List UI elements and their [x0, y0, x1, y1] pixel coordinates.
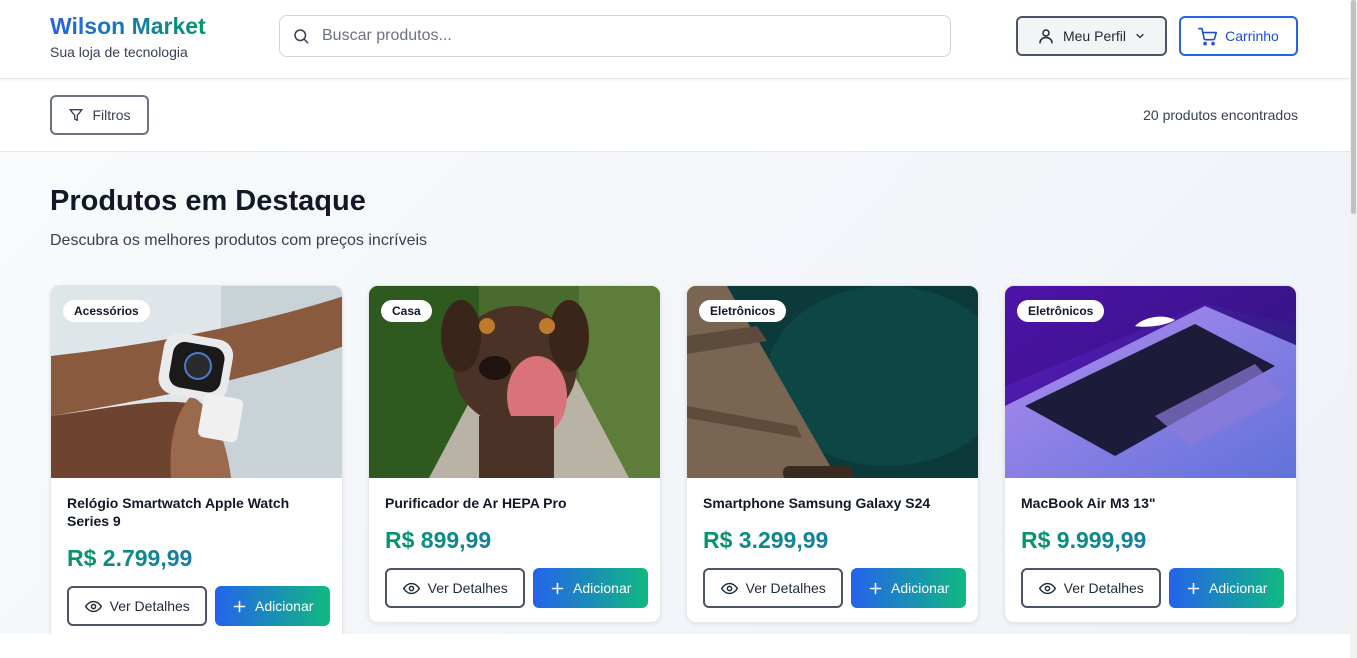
add-to-cart-button[interactable]: Adicionar: [215, 586, 330, 626]
product-price: R$ 3.299,99: [703, 526, 966, 554]
product-name[interactable]: MacBook Air M3 13": [1021, 494, 1284, 512]
product-image[interactable]: Eletrônicos: [1005, 286, 1296, 478]
user-icon: [1039, 29, 1053, 44]
product-image[interactable]: Eletrônicos: [687, 286, 978, 478]
add-label: Adicionar: [573, 580, 632, 596]
top-header: Wilson Market Sua loja de tecnologia Meu…: [0, 0, 1350, 79]
profile-label: Meu Perfil: [1062, 28, 1127, 44]
filters-bar: Filtros 20 produtos encontrados: [0, 79, 1350, 152]
scrollbar-thumb[interactable]: [1351, 0, 1356, 214]
cart-icon: [1198, 27, 1218, 45]
eye-icon: [84, 600, 102, 612]
product-name[interactable]: Purificador de Ar HEPA Pro: [385, 494, 648, 512]
brand-name[interactable]: Wilson Market: [50, 12, 206, 40]
view-details-button[interactable]: Ver Detalhes: [385, 568, 526, 608]
add-label: Adicionar: [891, 580, 950, 596]
product-name[interactable]: Relógio Smartwatch Apple Watch Series 9: [67, 494, 330, 530]
add-to-cart-button[interactable]: Adicionar: [851, 568, 966, 608]
view-details-button[interactable]: Ver Detalhes: [703, 568, 844, 608]
plus-icon: [551, 582, 564, 594]
product-price: R$ 9.999,99: [1021, 526, 1284, 554]
filters-label: Filtros: [92, 107, 131, 123]
plus-icon: [869, 582, 882, 594]
search-input[interactable]: [322, 27, 922, 45]
product-card[interactable]: Casa Purificador de Ar HEPA Pro R$ 899,9…: [368, 285, 661, 623]
eye-icon: [1038, 582, 1056, 594]
cart-label: Carrinho: [1225, 28, 1279, 44]
eye-icon: [402, 582, 420, 594]
product-card[interactable]: Eletrônicos Smartphone Samsung Galaxy S2…: [686, 285, 979, 623]
view-details-label: Ver Detalhes: [1063, 580, 1144, 596]
product-price: R$ 2.799,99: [67, 544, 330, 572]
add-to-cart-button[interactable]: Adicionar: [1169, 568, 1284, 608]
page-subtitle: Descubra os melhores produtos com preços…: [50, 232, 428, 249]
product-price: R$ 899,99: [385, 526, 648, 554]
category-badge: Acessórios: [63, 300, 150, 322]
cart-button[interactable]: Carrinho: [1179, 16, 1298, 56]
search-bar[interactable]: [279, 15, 951, 57]
product-card[interactable]: Acessórios Relógio Smartwatch Apple Watc…: [50, 285, 343, 634]
results-count: 20 produtos encontrados: [1143, 107, 1298, 123]
filters-button[interactable]: Filtros: [50, 95, 149, 135]
product-name[interactable]: Smartphone Samsung Galaxy S24: [703, 494, 966, 512]
product-image[interactable]: Acessórios: [51, 286, 342, 478]
main-content: Produtos em Destaque Descubra os melhore…: [0, 152, 1350, 634]
product-card[interactable]: Eletrônicos MacBook Air M3 13" R$ 9.999,…: [1004, 285, 1297, 623]
profile-button[interactable]: Meu Perfil: [1016, 16, 1167, 56]
add-label: Adicionar: [255, 598, 314, 614]
view-details-button[interactable]: Ver Detalhes: [1021, 568, 1162, 608]
view-details-label: Ver Detalhes: [109, 598, 190, 614]
chevron-down-icon: [1136, 33, 1144, 39]
plus-icon: [1187, 582, 1200, 594]
add-label: Adicionar: [1209, 580, 1268, 596]
add-to-cart-button[interactable]: Adicionar: [533, 568, 648, 608]
product-image[interactable]: Casa: [369, 286, 660, 478]
filter-icon: [69, 109, 84, 121]
brand[interactable]: Wilson Market Sua loja de tecnologia: [50, 12, 206, 60]
category-badge: Casa: [381, 300, 432, 322]
category-badge: Eletrônicos: [1017, 300, 1105, 322]
view-details-button[interactable]: Ver Detalhes: [67, 586, 208, 626]
page-scrollbar[interactable]: [1350, 0, 1357, 658]
eye-icon: [720, 582, 738, 594]
search-icon: [294, 29, 309, 44]
page-title: Produtos em Destaque: [50, 185, 366, 217]
category-badge: Eletrônicos: [699, 300, 787, 322]
brand-tagline: Sua loja de tecnologia: [50, 44, 188, 60]
plus-icon: [233, 600, 246, 612]
view-details-label: Ver Detalhes: [745, 580, 826, 596]
view-details-label: Ver Detalhes: [427, 580, 508, 596]
